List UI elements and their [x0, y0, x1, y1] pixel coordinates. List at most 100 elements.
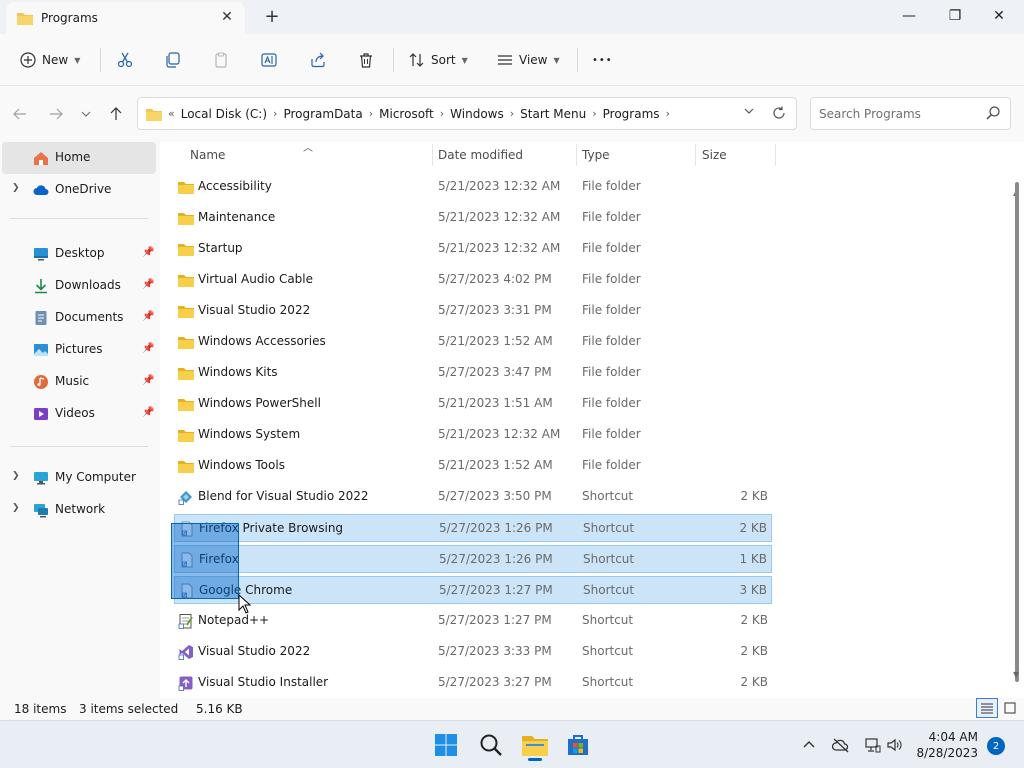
file-row[interactable]: Maintenance 5/21/2023 12:32 AM File folder — [174, 204, 772, 232]
breadcrumb-local-disk[interactable]: Local Disk (C:) — [181, 107, 267, 121]
chevron-right-icon[interactable]: ❯ — [12, 503, 20, 513]
clock[interactable]: 4:04 AM 8/28/2023 — [900, 729, 978, 761]
start-button[interactable] — [426, 729, 466, 761]
pictures-icon — [34, 344, 48, 356]
up-button[interactable] — [106, 104, 126, 124]
vertical-scrollbar[interactable] — [1015, 182, 1019, 682]
sort-icon — [409, 53, 424, 67]
file-row[interactable]: Windows PowerShell 5/21/2023 1:51 AM File … — [174, 390, 772, 418]
file-row[interactable]: Firefox Private Browsing 5/27/2023 1:26 P… — [174, 514, 772, 542]
scroll-down-arrow[interactable]: ▼ — [1013, 670, 1019, 679]
search-taskbar-button[interactable] — [471, 729, 511, 761]
pin-icon[interactable]: 📌 — [142, 311, 154, 322]
column-header-type[interactable]: Type — [582, 142, 610, 168]
column-divider[interactable] — [576, 144, 577, 166]
address-history-dropdown[interactable] — [744, 106, 754, 119]
close-tab-button[interactable]: ✕ — [219, 9, 235, 25]
sidebar-item-onedrive[interactable]: ❯ OneDrive — [2, 174, 156, 206]
file-type: Shortcut — [583, 552, 635, 566]
forward-button[interactable] — [46, 104, 66, 124]
sort-button[interactable]: Sort ▼ — [409, 46, 468, 74]
chevron-right-icon[interactable]: ❯ — [12, 471, 20, 481]
details-view-button[interactable] — [976, 698, 998, 718]
file-explorer-taskbar-button[interactable] — [515, 729, 555, 761]
new-button[interactable]: New ▼ — [20, 46, 80, 74]
file-row[interactable]: Startup 5/21/2023 12:32 AM File folder — [174, 235, 772, 263]
address-bar[interactable]: « Local Disk (C:) › ProgramData › Micros… — [137, 97, 797, 130]
breadcrumb-windows[interactable]: Windows — [450, 107, 504, 121]
file-row[interactable]: Virtual Audio Cable 5/27/2023 4:02 PM File… — [174, 266, 772, 294]
view-button[interactable]: View ▼ — [497, 46, 560, 74]
onedrive-tray-icon[interactable] — [832, 736, 850, 754]
close-window-button[interactable]: ✕ — [976, 0, 1022, 32]
pin-icon[interactable]: 📌 — [142, 247, 154, 258]
large-icons-view-button[interactable] — [999, 698, 1021, 718]
rename-button[interactable] — [261, 46, 277, 74]
file-date-modified: 5/27/2023 4:02 PM — [438, 272, 552, 286]
refresh-button[interactable] — [770, 104, 788, 122]
network-tray-icon[interactable] — [864, 736, 882, 754]
recent-locations-button[interactable] — [76, 104, 96, 124]
search-box[interactable] — [810, 97, 1011, 130]
column-header-name[interactable]: Name — [190, 142, 225, 168]
minimize-button[interactable]: — — [886, 0, 932, 32]
more-options-button[interactable]: ••• — [592, 46, 613, 74]
tab-programs[interactable]: Programs ✕ — [6, 2, 245, 34]
file-type: Shortcut — [583, 521, 635, 535]
sidebar-item-my-computer[interactable]: ❯ My Computer — [2, 462, 156, 494]
share-button[interactable] — [310, 46, 326, 74]
sidebar-item-pictures[interactable]: Pictures 📌 — [2, 334, 156, 366]
delete-button[interactable] — [358, 46, 374, 74]
sidebar-item-desktop[interactable]: Desktop 📌 — [2, 238, 156, 270]
copy-button[interactable] — [165, 46, 181, 74]
sort-label: Sort — [431, 53, 456, 67]
breadcrumb-microsoft[interactable]: Microsoft — [379, 107, 434, 121]
breadcrumb-programdata[interactable]: ProgramData — [283, 107, 362, 121]
file-row[interactable]: Windows Tools 5/21/2023 1:52 AM File folde… — [174, 452, 772, 480]
plus-circle-icon — [20, 52, 36, 68]
chevron-right-icon[interactable]: ❯ — [12, 183, 20, 193]
folder-icon — [178, 334, 194, 350]
maximize-button[interactable]: ❐ — [932, 0, 978, 32]
paste-button[interactable] — [213, 46, 229, 74]
file-row[interactable]: Visual Studio 2022 5/27/2023 3:33 PM Short… — [174, 638, 772, 666]
file-row[interactable]: Visual Studio 2022 5/27/2023 3:31 PM File … — [174, 297, 772, 325]
sidebar-item-videos[interactable]: Videos 📌 — [2, 398, 156, 430]
store-taskbar-button[interactable] — [558, 729, 598, 761]
sidebar-item-home[interactable]: Home — [2, 142, 156, 174]
breadcrumb-start-menu[interactable]: Start Menu — [520, 107, 586, 121]
file-name: Maintenance — [198, 210, 276, 224]
column-divider[interactable] — [695, 144, 696, 166]
sidebar-item-documents[interactable]: Documents 📌 — [2, 302, 156, 334]
column-header-size[interactable]: Size — [702, 142, 727, 168]
pin-icon[interactable]: 📌 — [142, 375, 154, 386]
sidebar-item-music[interactable]: Music 📌 — [2, 366, 156, 398]
notification-badge[interactable]: 2 — [987, 737, 1005, 755]
new-tab-button[interactable]: + — [262, 6, 282, 27]
file-row[interactable]: Windows System 5/21/2023 12:32 AM File fol… — [174, 421, 772, 449]
pin-icon[interactable]: 📌 — [142, 343, 154, 354]
file-row[interactable]: Blend for Visual Studio 2022 5/27/2023 3:… — [174, 483, 772, 511]
network-icon — [34, 504, 48, 518]
pin-icon[interactable]: 📌 — [142, 279, 154, 290]
column-divider[interactable] — [775, 144, 776, 166]
file-row[interactable]: Visual Studio Installer 5/27/2023 3:27 PM… — [174, 669, 772, 697]
search-input[interactable] — [819, 106, 979, 121]
back-button[interactable] — [10, 104, 30, 124]
show-hidden-icons-button[interactable] — [800, 736, 818, 754]
pin-icon[interactable]: 📌 — [142, 407, 154, 418]
breadcrumb-programs[interactable]: Programs — [603, 107, 660, 121]
file-row[interactable]: Accessibility 5/21/2023 12:32 AM File fold… — [174, 173, 772, 201]
column-header-date[interactable]: Date modified — [438, 142, 523, 168]
column-divider[interactable] — [432, 144, 433, 166]
sidebar-item-label: Downloads — [55, 278, 121, 292]
sidebar-item-network[interactable]: ❯ Network — [2, 494, 156, 526]
file-row[interactable]: Firefox 5/27/2023 1:26 PM Shortcut 1 KB — [174, 545, 772, 573]
file-row[interactable]: Windows Accessories 5/21/2023 1:52 AM File… — [174, 328, 772, 356]
file-row[interactable]: Google Chrome 5/27/2023 1:27 PM Shortcut 3 … — [174, 576, 772, 604]
file-row[interactable]: Notepad++ 5/27/2023 1:27 PM Shortcut 2 KB — [174, 607, 772, 635]
file-row[interactable]: Windows Kits 5/27/2023 3:47 PM File folder — [174, 359, 772, 387]
breadcrumb-overflow-button[interactable]: « — [168, 107, 175, 120]
sidebar-item-downloads[interactable]: Downloads 📌 — [2, 270, 156, 302]
cut-button[interactable] — [117, 46, 133, 74]
